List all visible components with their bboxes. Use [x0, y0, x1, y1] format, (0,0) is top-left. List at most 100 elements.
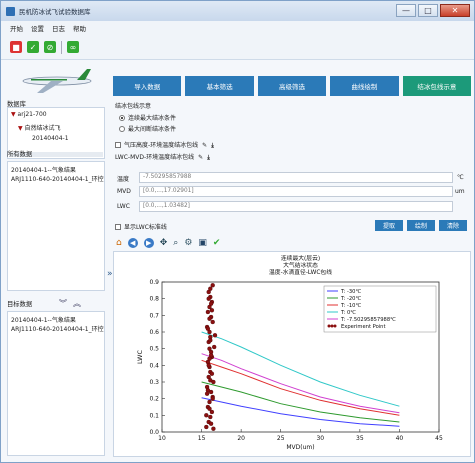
edit-icon[interactable]: ✎ [198, 154, 203, 161]
download-icon[interactable]: ⤓ [207, 154, 210, 161]
envelope-section-title: 结冰包线示意 [115, 103, 152, 110]
y-tick-label: 0.5 [149, 346, 159, 353]
minimize-button[interactable]: — [396, 4, 416, 17]
tab-basic-filter[interactable]: 基本筛选 [185, 76, 254, 96]
tree-node-aircraft[interactable]: ▼ arj21-700 [11, 111, 47, 118]
x-axis-label: MVD(um) [286, 444, 314, 451]
radio-intermittent[interactable]: 最大间断结冰条件 [119, 124, 176, 133]
toolbar-separator [61, 40, 62, 54]
tree-node-flight[interactable]: ▼ 自然结冰试飞 [18, 123, 61, 132]
check-icon[interactable]: ✔ [213, 238, 221, 248]
forward-icon[interactable]: ▶ [143, 237, 154, 248]
maximize-button[interactable]: □ [418, 4, 438, 17]
zoom-icon[interactable]: ⌕ [173, 238, 178, 248]
experiment-point [206, 363, 211, 368]
experiment-point [208, 286, 213, 291]
temp-label: 温度 [117, 176, 130, 183]
y-tick-label: 0.7 [149, 312, 159, 319]
checkbox-altitude-envelope[interactable]: 气压高度-环境温度结冰包线 ✎ ⤓ [115, 140, 214, 150]
lwc-field[interactable]: [0.0,...,1.03482] [139, 201, 453, 212]
experiment-point [208, 421, 214, 426]
pan-icon[interactable]: ✥ [160, 238, 168, 248]
save-icon[interactable]: ▣ [198, 238, 207, 248]
function-tabs: 导入数据 基本筛选 高级筛选 曲线绘制 结冰包线示意 [113, 76, 472, 96]
tab-icing-envelope[interactable]: 结冰包线示意 [402, 76, 472, 96]
y-tick-label: 0.9 [149, 279, 159, 286]
experiment-point [209, 371, 215, 376]
tree-node-label: 自然结冰试飞 [24, 125, 61, 132]
tree-node-record[interactable]: 20140404-1 [32, 135, 69, 142]
clear-button[interactable]: 清除 [439, 220, 467, 231]
chart-title-line: 大气结冰状态 [283, 261, 318, 269]
y-tick-label: 0.0 [149, 429, 159, 436]
y-tick-label: 0.2 [149, 396, 159, 403]
chevron-down-icon[interactable]: ︾ [59, 298, 67, 309]
experiment-point [206, 296, 211, 301]
tab-advanced-filter[interactable]: 高级筛选 [257, 76, 327, 96]
checkbox-show-std-line[interactable]: 显示LWC标准线 [115, 222, 167, 231]
toolbar: ■ ✓ ⊘ ∞ [1, 35, 474, 60]
confirm-icon[interactable]: ✓ [27, 41, 39, 53]
all-data-list: 20140404-1--气象结果 ARJ1110-640-20140404-1_… [7, 161, 105, 291]
tab-curve-plot[interactable]: 曲线绘制 [330, 76, 399, 96]
list-item[interactable]: ARJ1110-640-20140404-1_环控 [11, 174, 104, 183]
back-icon[interactable]: ◀ [127, 237, 138, 248]
checkbox-icon [115, 224, 121, 230]
cancel-icon[interactable]: ⊘ [44, 41, 56, 53]
radio-continuous[interactable]: 连续最大结冰条件 [119, 113, 176, 122]
menu-start[interactable]: 开始 [10, 23, 23, 33]
app-window: 民机防冰试飞试验数据库 — □ ✕ 开始 设置 日志 帮助 ■ ✓ ⊘ ∞ 数据… [0, 0, 475, 463]
close-button[interactable]: ✕ [440, 4, 470, 17]
edit-icon[interactable]: ✎ [202, 142, 207, 149]
home-icon[interactable]: ⌂ [116, 238, 122, 248]
temp-field[interactable]: -7.50295857988 [139, 172, 453, 183]
list-item[interactable]: 20140404-1--气象结果 [11, 315, 76, 324]
configure-icon[interactable]: ⚙ [184, 238, 192, 248]
experiment-point [208, 378, 213, 383]
y-tick-label: 0.4 [149, 362, 159, 369]
legend-label: T: 0℃ [340, 310, 356, 316]
experiment-point [207, 399, 212, 405]
plot-toolbar: ⌂ ◀ ▶ ✥ ⌕ ⚙ ▣ ✔ [113, 235, 471, 250]
target-data-list: 20140404-1--气象结果 ARJ1110-640-20140404-1_… [7, 311, 105, 456]
menu-settings[interactable]: 设置 [31, 23, 44, 33]
tab-import[interactable]: 导入数据 [113, 76, 182, 96]
link-icon[interactable]: ∞ [67, 41, 79, 53]
chevron-up-icon[interactable]: ︽ [73, 298, 81, 309]
radio-label: 连续最大结冰条件 [128, 115, 177, 122]
mvd-field[interactable]: [0.0,...,17.02901] [139, 186, 453, 197]
list-item[interactable]: ARJ1110-640-20140404-1_环控 [11, 324, 104, 333]
window-title: 民机防冰试飞试验数据库 [19, 8, 91, 16]
x-tick-label: 45 [435, 435, 443, 442]
target-data-label: 目标数据 ︾ ︽ [7, 299, 105, 308]
chart-area: 连续最大(层云) 大气结冰状态 温度-水滴直径-LWC包线 10 15 20 25 30 35 4… [113, 251, 471, 457]
extract-button[interactable]: 提取 [375, 220, 403, 231]
collapse-panel-icon[interactable]: » [107, 269, 113, 279]
download-icon[interactable]: ⤓ [211, 142, 214, 149]
lwc-envelope-label: LWC-MVD-环境温度结冰包线 ✎ ⤓ [115, 152, 210, 162]
menu-help[interactable]: 帮助 [73, 23, 86, 33]
experiment-point [208, 338, 213, 343]
list-item[interactable]: 20140404-1--气象结果 [11, 165, 76, 174]
experiment-point [210, 319, 215, 325]
envelope-chart: 连续最大(层云)大气结冰状态温度-水滴直径-LWC包线 10 15 20 25 30 35 4… [136, 254, 443, 451]
mvd-label: MVD [117, 188, 131, 195]
checkbox-label: 显示LWC标准线 [124, 224, 167, 231]
legend-label: T: -20℃ [340, 296, 361, 302]
x-tick-label: 35 [356, 435, 364, 442]
menu-log[interactable]: 日志 [52, 23, 65, 33]
experiment-point [212, 333, 218, 338]
title-bar: 民机防冰试飞试验数据库 — □ ✕ [1, 1, 474, 21]
chart-title-line: 连续最大(层云) [281, 254, 320, 262]
plot-button[interactable]: 绘制 [407, 220, 435, 231]
y-tick-label: 0.1 [149, 412, 159, 419]
legend-label: Experiment Point [341, 324, 386, 330]
stop-icon[interactable]: ■ [10, 41, 22, 53]
menu-bar: 开始 设置 日志 帮助 [1, 21, 474, 35]
experiment-point [207, 406, 212, 411]
checkbox-label: 气压高度-环境温度结冰包线 [124, 142, 199, 149]
x-tick-label: 20 [237, 435, 245, 442]
all-data-label: 所有数据 [7, 151, 33, 158]
app-icon [6, 6, 15, 16]
experiment-point [204, 424, 209, 430]
